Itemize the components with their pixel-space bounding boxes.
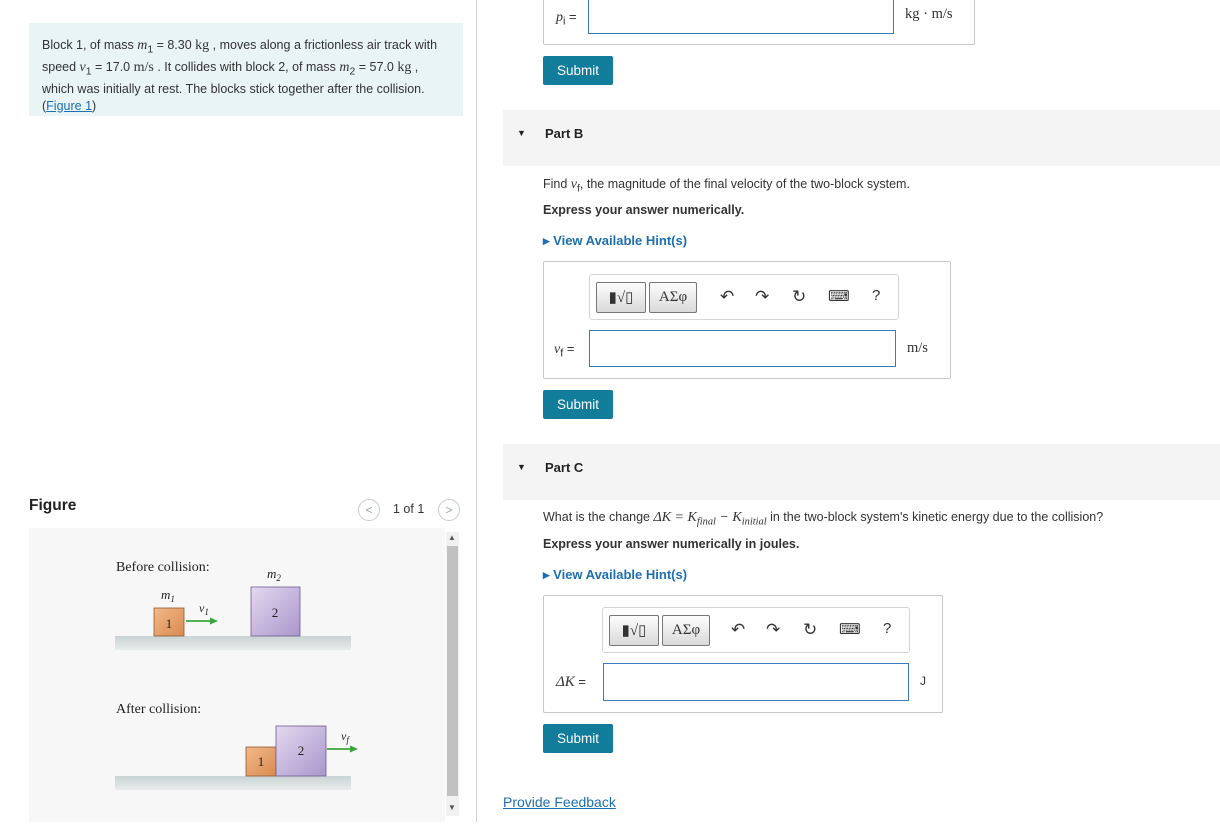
air-track <box>115 636 351 650</box>
part-a-input[interactable] <box>588 0 894 34</box>
problem-text: = 8.30 <box>153 38 196 52</box>
keyboard-icon[interactable]: ⌨ <box>828 287 850 305</box>
unit-kg: kg <box>397 60 412 75</box>
provide-feedback-link[interactable]: Provide Feedback <box>503 794 616 810</box>
block-2-label: 2 <box>272 605 279 620</box>
problem-text: Block 1, of mass <box>42 38 138 52</box>
problem-text: = 57.0 <box>355 60 398 74</box>
block-1-label: 1 <box>258 754 265 769</box>
left-panel: Block 1, of mass m1 = 8.30 kg , moves al… <box>0 0 477 822</box>
greek-button[interactable]: ΑΣφ <box>649 282 697 313</box>
part-b-answer-box: ▮√▯ ΑΣφ ↶ ↷ ↻ ⌨ ? vf = m/s <box>543 261 951 379</box>
chevron-left-icon[interactable]: < <box>358 499 380 521</box>
unit-kg: kg <box>195 38 210 53</box>
part-b-header[interactable]: ▼ Part B <box>503 110 1220 166</box>
unit-ms: m/s <box>133 60 154 75</box>
part-b-submit-button[interactable]: Submit <box>543 390 613 419</box>
template-button[interactable]: ▮√▯ <box>609 615 659 646</box>
redo-icon[interactable]: ↷ <box>755 287 769 307</box>
problem-text: = 17.0 <box>91 60 134 74</box>
math-m1: m <box>137 38 148 53</box>
collision-diagram: Before collision: 1 2 m1 m2 v1 After col… <box>115 560 358 790</box>
right-panel: pi = kg · m/s Submit ▼ Part B Find vf, t… <box>477 0 1220 822</box>
help-icon[interactable]: ? <box>883 620 891 637</box>
part-c-hint-link[interactable]: ▸ View Available Hint(s) <box>543 567 687 583</box>
problem-text: . It collides with block 2, of mass <box>153 60 340 74</box>
figure-pager: 1 of 1 <box>393 502 425 516</box>
part-c-unit: J <box>920 674 926 688</box>
greek-button[interactable]: ΑΣφ <box>662 615 710 646</box>
figure-scrollbar[interactable]: ▲ ▼ <box>446 532 459 816</box>
part-c-var: ΔK = <box>556 674 587 690</box>
block-1-label: 1 <box>166 616 173 631</box>
before-label: Before collision: <box>116 560 210 575</box>
part-b-input[interactable] <box>589 330 896 367</box>
reset-icon[interactable]: ↻ <box>792 287 806 307</box>
part-c-input[interactable] <box>603 663 909 701</box>
undo-icon[interactable]: ↶ <box>720 287 734 307</box>
v1-label: v1 <box>199 601 209 617</box>
part-b-instruction: Express your answer numerically. <box>543 203 745 217</box>
part-c-question: What is the change ΔK = Kfinal − Kinitia… <box>543 510 1104 528</box>
after-label: After collision: <box>116 702 201 717</box>
part-a-answer-box: pi = kg · m/s <box>543 0 975 45</box>
scroll-down-icon[interactable]: ▼ <box>448 803 456 812</box>
figure-link[interactable]: Figure 1 <box>46 99 92 113</box>
keyboard-icon[interactable]: ⌨ <box>839 620 861 638</box>
chevron-right-icon[interactable]: > <box>438 499 460 521</box>
part-c-answer-box: ▮√▯ ΑΣφ ↶ ↷ ↻ ⌨ ? ΔK = J <box>543 595 943 713</box>
part-c-title: Part C <box>545 460 584 475</box>
help-icon[interactable]: ? <box>872 287 880 304</box>
redo-icon[interactable]: ↷ <box>766 620 780 640</box>
reset-icon[interactable]: ↻ <box>803 620 817 640</box>
part-b-hint-link[interactable]: ▸ View Available Hint(s) <box>543 233 687 249</box>
math-m2: m <box>339 60 350 75</box>
caret-right-icon: ▸ <box>543 567 554 582</box>
caret-down-icon: ▼ <box>517 462 526 472</box>
arrow-head <box>350 745 358 753</box>
m2-label: m2 <box>267 566 281 583</box>
math-toolbar: ▮√▯ ΑΣφ ↶ ↷ ↻ ⌨ ? <box>602 607 910 653</box>
scroll-thumb[interactable] <box>447 546 458 796</box>
undo-icon[interactable]: ↶ <box>731 620 745 640</box>
air-track <box>115 776 351 790</box>
problem-text: ) <box>92 98 97 113</box>
problem-statement: Block 1, of mass m1 = 8.30 kg , moves al… <box>29 23 463 116</box>
part-a-unit: kg · m/s <box>905 6 953 22</box>
scroll-up-icon[interactable]: ▲ <box>448 533 456 542</box>
math-toolbar: ▮√▯ ΑΣφ ↶ ↷ ↻ ⌨ ? <box>589 274 899 320</box>
part-b-question: Find vf, the magnitude of the final velo… <box>543 177 910 195</box>
block-2-label: 2 <box>298 743 305 758</box>
template-button[interactable]: ▮√▯ <box>596 282 646 313</box>
part-a-var: pi = <box>556 9 577 28</box>
part-c-submit-button[interactable]: Submit <box>543 724 613 753</box>
part-a-submit-button[interactable]: Submit <box>543 56 613 85</box>
caret-down-icon: ▼ <box>517 128 526 138</box>
figure-title: Figure <box>29 497 77 514</box>
part-b-var: vf = <box>554 341 575 360</box>
part-b-title: Part B <box>545 126 584 141</box>
figure-image: Before collision: 1 2 m1 m2 v1 After col… <box>29 528 445 822</box>
part-c-instruction: Express your answer numerically in joule… <box>543 537 800 551</box>
arrow-head <box>210 617 218 625</box>
part-b-unit: m/s <box>907 340 928 356</box>
caret-right-icon: ▸ <box>543 233 554 248</box>
m1-label: m1 <box>161 587 175 604</box>
part-c-header[interactable]: ▼ Part C <box>503 444 1220 500</box>
vf-label: vf <box>341 729 350 745</box>
